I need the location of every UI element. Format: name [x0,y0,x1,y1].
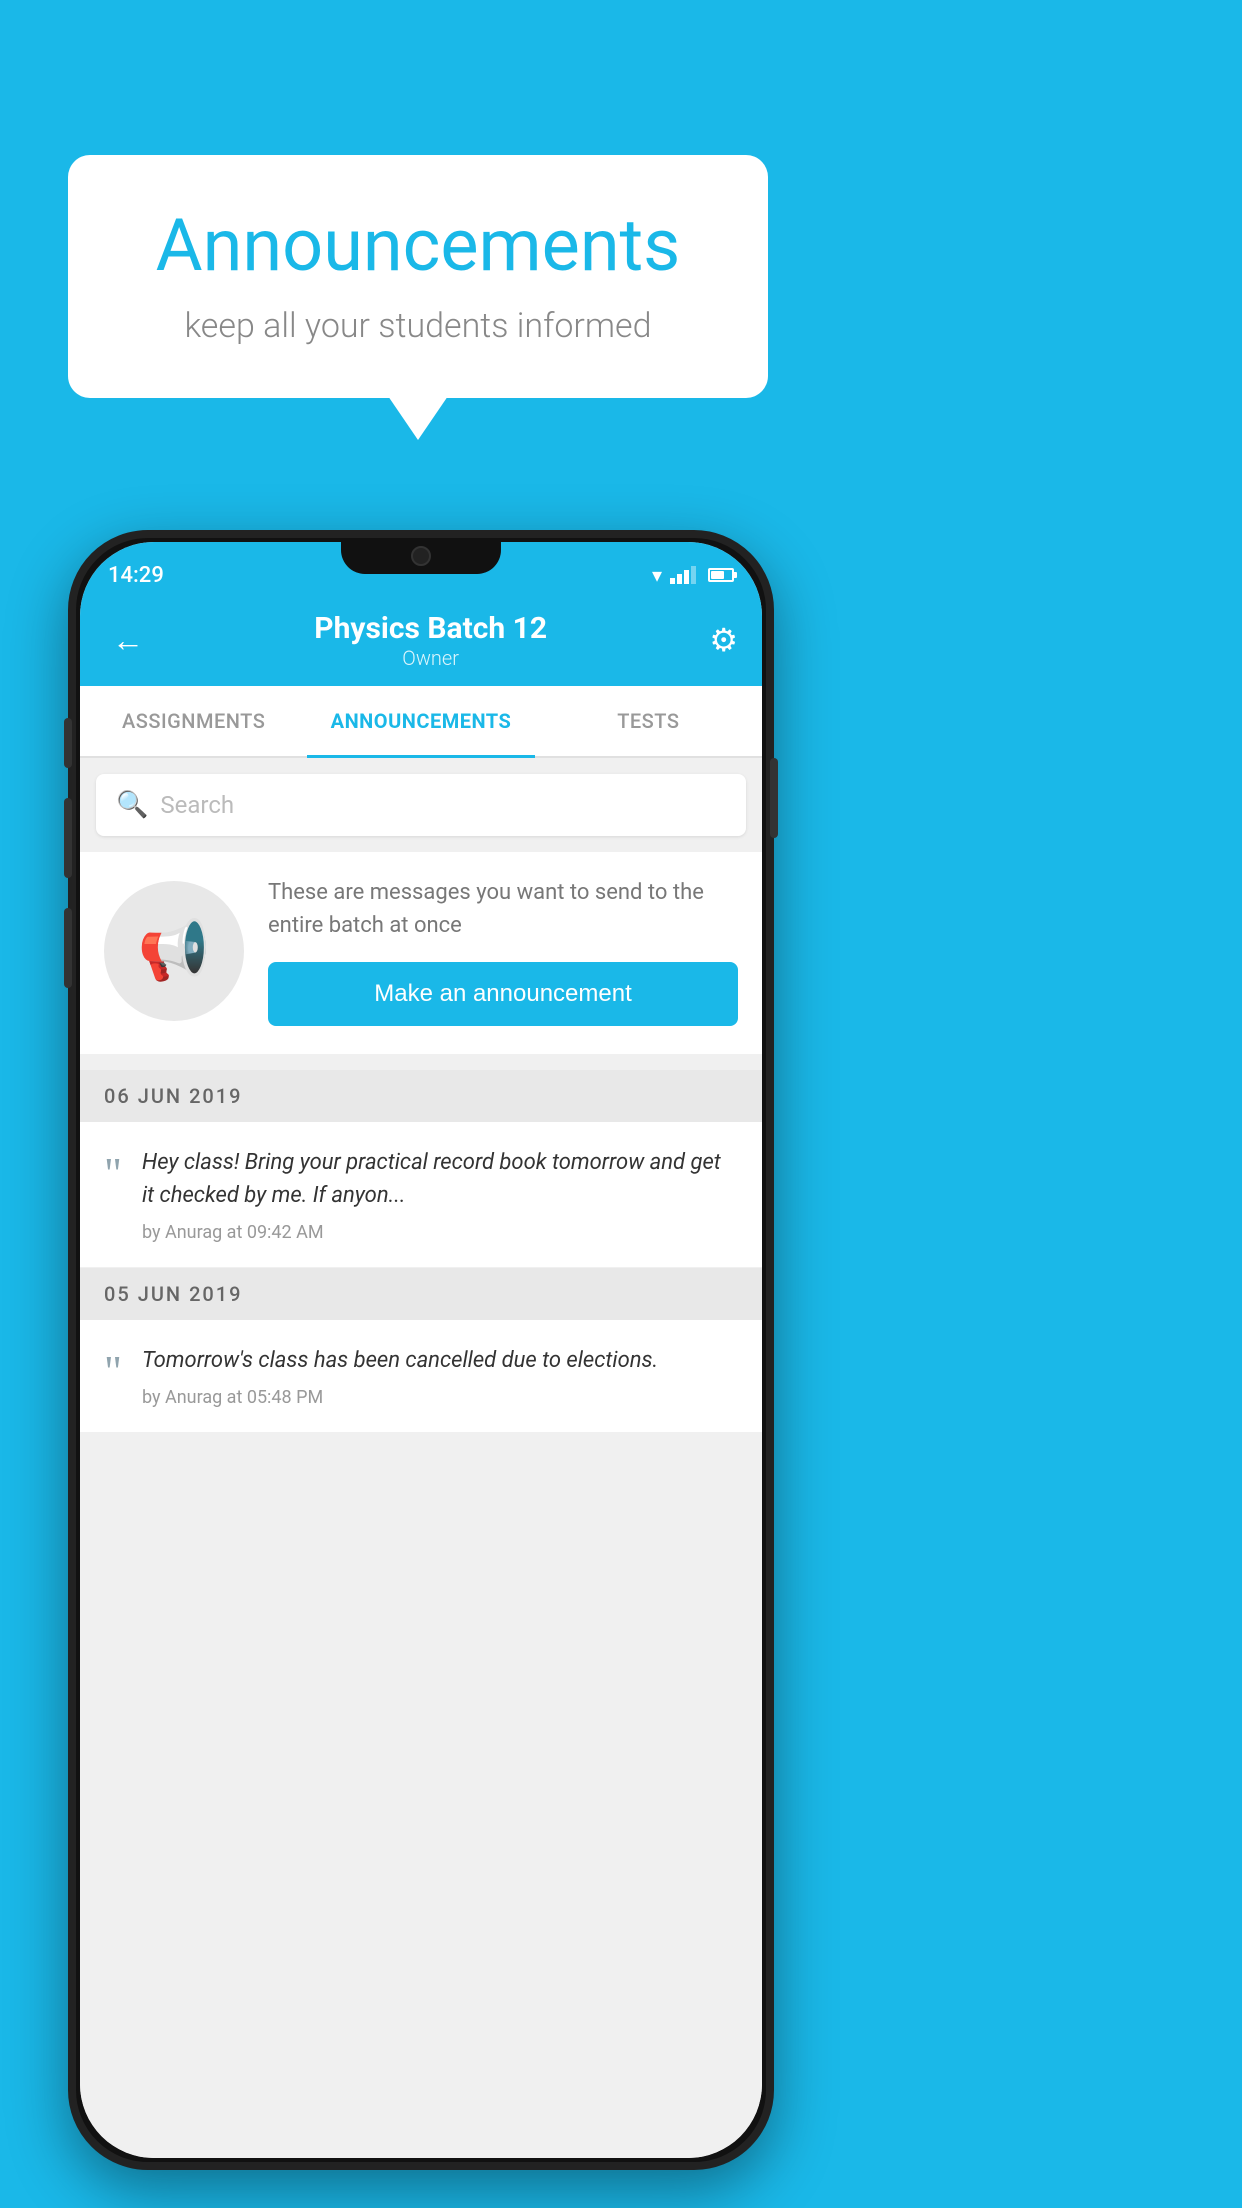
search-placeholder: Search [160,791,234,819]
announcement-text-2: Tomorrow's class has been cancelled due … [142,1344,738,1377]
speech-bubble-container: Announcements keep all your students inf… [68,155,768,398]
back-button[interactable]: ← [104,613,152,667]
megaphone-icon: 📢 [138,917,210,985]
phone-button-right [770,758,778,838]
signal-bar-2 [677,574,682,584]
announcement-text-1: Hey class! Bring your practical record b… [142,1146,738,1212]
phone-button-left-2 [64,798,72,878]
tabs-container: ASSIGNMENTS ANNOUNCEMENTS TESTS [80,686,762,758]
status-time: 14:29 [108,563,164,588]
prompt-right: These are messages you want to send to t… [268,876,738,1026]
phone-container: 14:29 ▾ [68,530,774,2170]
app-bar: ← Physics Batch 12 Owner ⚙ [80,594,762,686]
phone-button-left-1 [64,718,72,768]
announcement-item-1[interactable]: " Hey class! Bring your practical record… [80,1122,762,1268]
phone-button-left-3 [64,908,72,988]
app-bar-subtitle: Owner [314,646,547,670]
announcement-meta-2: by Anurag at 05:48 PM [142,1387,738,1408]
bubble-subtitle: keep all your students informed [128,306,708,346]
signal-bar-3 [684,570,689,584]
wifi-icon: ▾ [652,563,662,587]
phone-outer: 14:29 ▾ [68,530,774,2170]
tab-assignments[interactable]: ASSIGNMENTS [80,686,307,758]
speech-bubble: Announcements keep all your students inf… [68,155,768,398]
date-separator-1: 06 JUN 2019 [80,1070,762,1122]
battery-fill [711,571,724,579]
phone-notch [341,538,501,574]
search-bar[interactable]: 🔍 Search [96,774,746,836]
signal-bars [670,566,696,584]
phone-screen: 14:29 ▾ [80,542,762,2158]
prompt-text: These are messages you want to send to t… [268,876,738,942]
announcement-content-1: Hey class! Bring your practical record b… [142,1146,738,1243]
phone-camera [411,546,431,566]
announcement-item-2[interactable]: " Tomorrow's class has been cancelled du… [80,1320,762,1433]
battery-icon [708,568,734,582]
date-separator-2: 05 JUN 2019 [80,1268,762,1320]
quote-icon-1: " [104,1152,122,1196]
settings-icon[interactable]: ⚙ [709,621,738,659]
search-icon: 🔍 [116,790,148,820]
announcement-prompt: 📢 These are messages you want to send to… [80,852,762,1054]
tab-announcements[interactable]: ANNOUNCEMENTS [307,686,534,758]
status-icons: ▾ [652,563,734,587]
quote-icon-2: " [104,1350,122,1394]
announcement-meta-1: by Anurag at 09:42 AM [142,1222,738,1243]
announcement-content-2: Tomorrow's class has been cancelled due … [142,1344,738,1408]
tab-tests[interactable]: TESTS [535,686,762,758]
content-area: 🔍 Search 📢 These are messages you want t… [80,758,762,2158]
app-bar-title: Physics Batch 12 [314,611,547,646]
app-bar-title-container: Physics Batch 12 Owner [314,611,547,670]
make-announcement-button[interactable]: Make an announcement [268,962,738,1026]
megaphone-circle: 📢 [104,881,244,1021]
signal-bar-4 [691,566,696,584]
bubble-title: Announcements [128,203,708,288]
signal-bar-1 [670,578,675,584]
